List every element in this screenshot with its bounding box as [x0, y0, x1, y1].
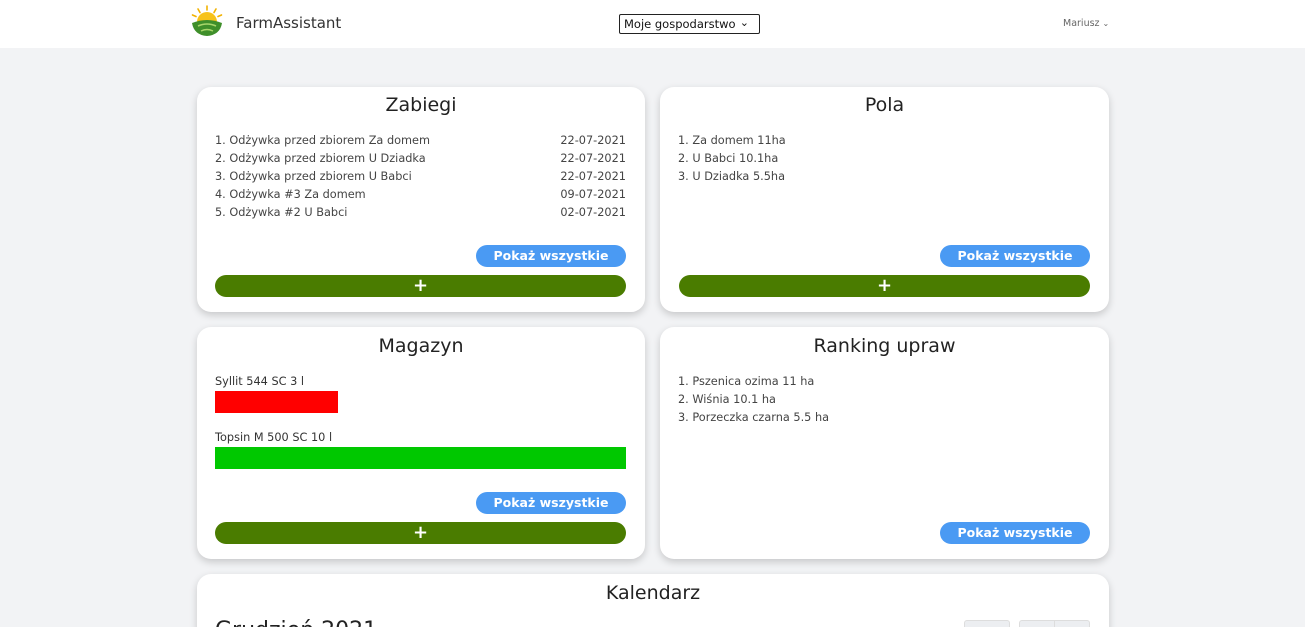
- calendar-prev-button[interactable]: [1019, 620, 1055, 627]
- calendar-month-heading: Grudzień 2021: [215, 618, 377, 627]
- treatment-date: 22-07-2021: [560, 170, 626, 183]
- fields-card: Pola 1. Za domem 11ha 2. U Babci 10.1ha …: [660, 87, 1109, 312]
- list-item[interactable]: 3. Odżywka przed zbiorem U Babci 22-07-20…: [215, 168, 626, 186]
- show-all-warehouse-button[interactable]: Pokaż wszystkie: [476, 492, 626, 514]
- show-all-ranking-button[interactable]: Pokaż wszystkie: [940, 522, 1090, 544]
- list-item[interactable]: 1. Za domem 11ha: [678, 132, 786, 150]
- list-item[interactable]: 1. Odżywka przed zbiorem Za domem 22-07-2…: [215, 132, 626, 150]
- stock-item-label: Syllit 544 SC 3 l: [215, 375, 305, 388]
- add-treatment-button[interactable]: +: [215, 275, 626, 297]
- treatment-label: 3. Odżywka przed zbiorem U Babci: [215, 170, 412, 183]
- chevron-down-icon: ⌄: [739, 16, 749, 29]
- list-item[interactable]: 2. U Babci 10.1ha: [678, 150, 786, 168]
- stock-level-bar: [215, 391, 338, 413]
- card-title: Zabiegi: [385, 94, 457, 116]
- list-item: 3. Porzeczka czarna 5.5 ha: [678, 411, 830, 424]
- treatment-label: 5. Odżywka #2 U Babci: [215, 206, 348, 219]
- list-item: 2. Wiśnia 10.1 ha: [678, 393, 776, 406]
- treatment-label: 1. Odżywka przed zbiorem Za domem: [215, 134, 430, 147]
- user-menu[interactable]: Mariusz ⌄: [1063, 18, 1109, 29]
- treatment-date: 22-07-2021: [560, 134, 626, 147]
- calendar-next-button[interactable]: [1054, 620, 1090, 627]
- list-item[interactable]: 5. Odżywka #2 U Babci 02-07-2021: [215, 204, 626, 222]
- treatment-label: 2. Odżywka przed zbiorem U Dziadka: [215, 152, 426, 165]
- card-title: Pola: [864, 94, 905, 116]
- card-title: Ranking upraw: [813, 335, 956, 357]
- list-item[interactable]: 4. Odżywka #3 Za domem 09-07-2021: [215, 186, 626, 204]
- show-all-fields-button[interactable]: Pokaż wszystkie: [940, 245, 1090, 267]
- treatment-date: 22-07-2021: [560, 152, 626, 165]
- calendar-card: Kalendarz Grudzień 2021: [197, 574, 1109, 627]
- card-title: Kalendarz: [605, 582, 701, 604]
- brand-name: FarmAssistant: [236, 14, 342, 32]
- list-item[interactable]: 3. U Dziadka 5.5ha: [678, 168, 786, 186]
- stock-item-label: Topsin M 500 SC 10 l: [215, 431, 333, 444]
- top-bar: FarmAssistant Moje gospodarstwo ⌄ Marius…: [0, 0, 1305, 48]
- treatments-card: Zabiegi 1. Odżywka przed zbiorem Za dome…: [197, 87, 645, 312]
- farm-select-value: Moje gospodarstwo: [624, 17, 736, 31]
- ranking-list: 1. Pszenica ozima 11 ha 2. Wiśnia 10.1 h…: [678, 373, 829, 427]
- calendar-today-button[interactable]: [964, 620, 1010, 627]
- chevron-down-icon: ⌄: [1102, 19, 1110, 28]
- treatment-date: 09-07-2021: [560, 188, 626, 201]
- warehouse-card: Magazyn Syllit 544 SC 3 l Topsin M 500 S…: [197, 327, 645, 559]
- treatment-label: 4. Odżywka #3 Za domem: [215, 188, 366, 201]
- add-field-button[interactable]: +: [679, 275, 1090, 297]
- fields-list: 1. Za domem 11ha 2. U Babci 10.1ha 3. U …: [678, 132, 786, 186]
- treatment-date: 02-07-2021: [560, 206, 626, 219]
- card-title: Magazyn: [378, 335, 464, 357]
- stock-level-bar: [215, 447, 626, 469]
- user-name: Mariusz: [1063, 18, 1100, 29]
- add-warehouse-item-button[interactable]: +: [215, 522, 626, 544]
- list-item: 1. Pszenica ozima 11 ha: [678, 375, 815, 388]
- show-all-treatments-button[interactable]: Pokaż wszystkie: [476, 245, 626, 267]
- treatments-list: 1. Odżywka przed zbiorem Za domem 22-07-2…: [215, 132, 626, 222]
- farm-logo-icon: [191, 5, 223, 36]
- list-item[interactable]: 2. Odżywka przed zbiorem U Dziadka 22-07-…: [215, 150, 626, 168]
- farm-select[interactable]: Moje gospodarstwo ⌄: [619, 14, 760, 34]
- crop-ranking-card: Ranking upraw 1. Pszenica ozima 11 ha 2.…: [660, 327, 1109, 559]
